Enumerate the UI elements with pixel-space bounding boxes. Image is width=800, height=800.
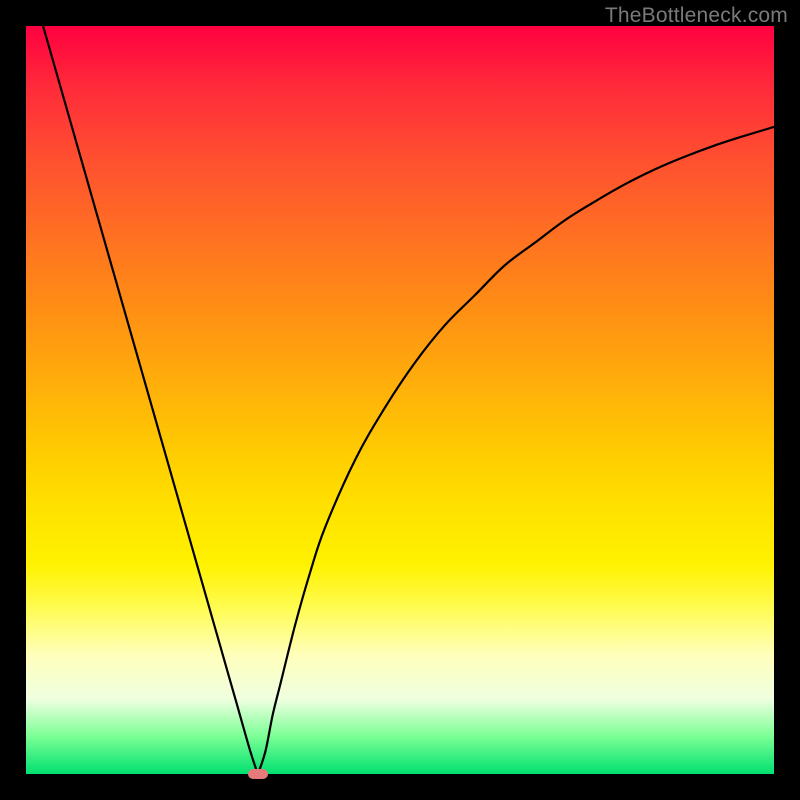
plot-background bbox=[26, 26, 774, 774]
bottleneck-curve bbox=[26, 26, 774, 774]
optimum-marker bbox=[248, 769, 268, 779]
watermark-text: TheBottleneck.com bbox=[605, 4, 788, 28]
